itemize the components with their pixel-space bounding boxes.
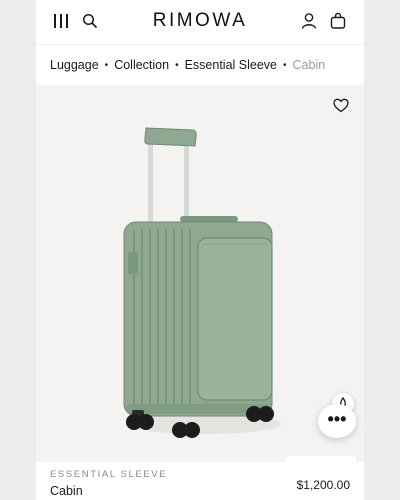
breadcrumb-separator: •: [175, 60, 179, 71]
app-frame: RIMOWA Luggage • Collection • Essential Slee…: [36, 0, 364, 500]
more-dots-icon[interactable]: •••: [318, 404, 356, 438]
product-collection: ESSENTIAL SLEEVE: [50, 469, 168, 480]
breadcrumb: Luggage • Collection • Essential Sleeve • Cabi…: [36, 44, 364, 85]
user-icon[interactable]: [301, 12, 317, 30]
breadcrumb-cabin: Cabin: [292, 58, 326, 72]
breadcrumb-luggage[interactable]: Luggage: [50, 58, 99, 72]
breadcrumb-collection[interactable]: Collection: [114, 58, 169, 72]
right-backdrop: [364, 0, 400, 500]
left-backdrop: [0, 0, 36, 500]
product-name: Cabin: [50, 484, 83, 498]
breadcrumb-separator: •: [104, 60, 109, 71]
heart-icon[interactable]: [333, 98, 349, 113]
product-info-bar[interactable]: ESSENTIAL SLEEVE Cabin $1,200.00: [36, 462, 364, 500]
suitcase-image: [123, 127, 281, 438]
product-price: $1,200.00: [296, 478, 350, 492]
shopping-bag-icon[interactable]: [330, 12, 346, 30]
breadcrumb-essential-sleeve[interactable]: Essential Sleeve: [185, 58, 277, 72]
top-navigation-bar: RIMOWA: [36, 0, 364, 44]
breadcrumb-separator: •: [283, 60, 287, 71]
